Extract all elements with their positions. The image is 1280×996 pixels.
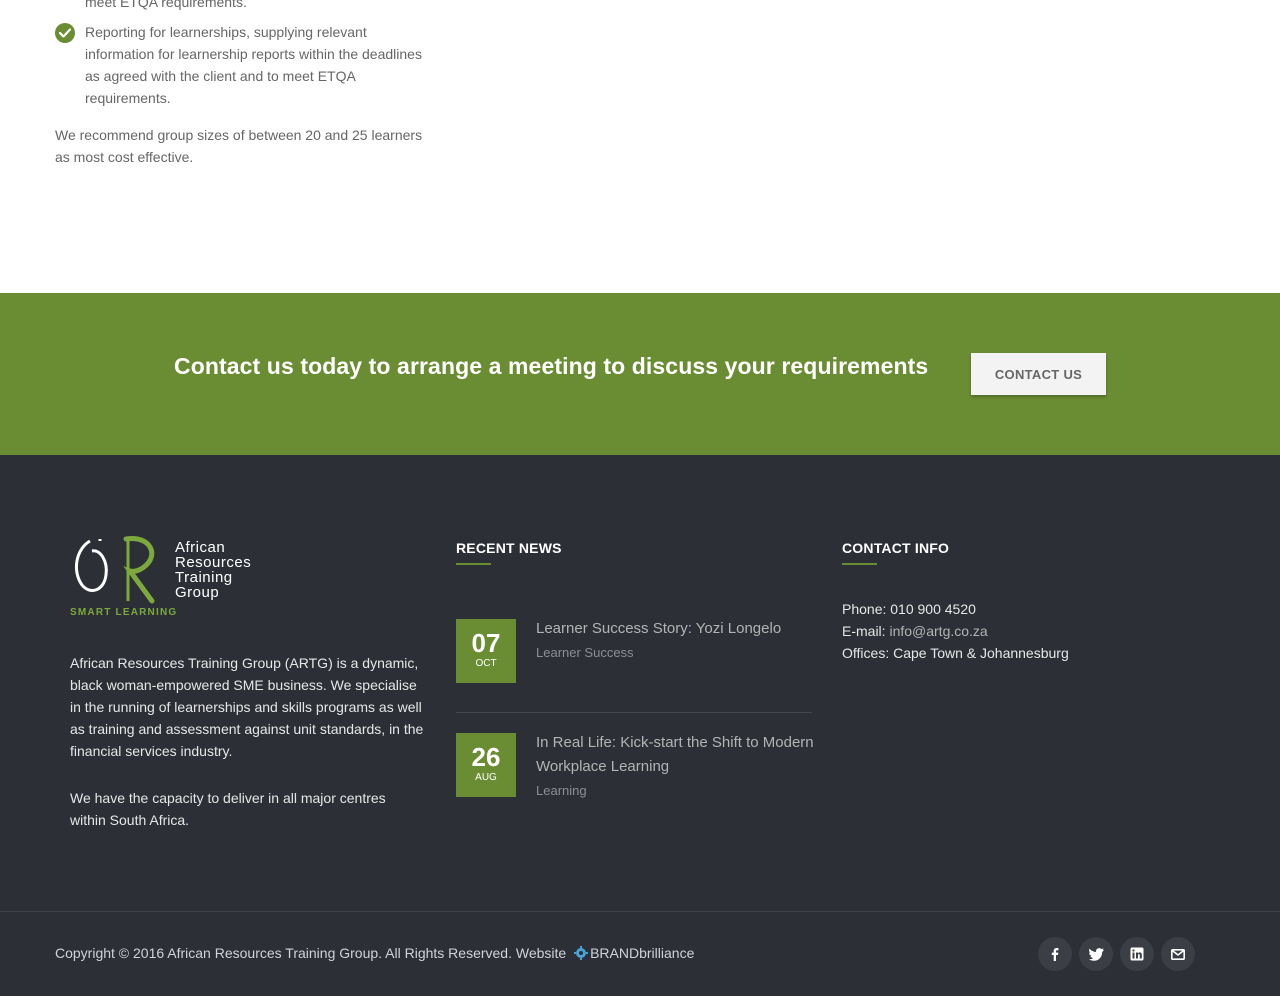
about-text-coverage: We have the capacity to deliver in all m… [70,790,386,828]
brand-gear-icon [574,946,589,960]
main-content: meet ETQA requirements. Reporting for le… [0,0,1280,293]
cta-heading: Contact us today to arrange a meeting to… [174,353,929,379]
heading-underline [456,563,491,565]
twitter-button[interactable] [1079,937,1113,971]
about-text: African Resources Training Group (ARTG) … [70,655,424,759]
email-icon [1171,948,1185,960]
contact-email-row: E-mail: info@artg.co.za [842,623,988,639]
linkedin-icon [1130,947,1144,961]
news-divider [456,712,812,713]
contact-offices: Offices: Cape Town & Johannesburg [842,645,1069,661]
linkedin-button[interactable] [1120,937,1154,971]
contact-phone: Phone: 010 900 4520 [842,601,976,617]
logo-mark-icon [74,536,155,604]
logo-wordmark: African Resources Training Group [175,539,252,601]
news-category-link[interactable]: Learner Success [536,645,634,660]
cta-banner: Contact us today to arrange a meeting to… [0,293,1280,455]
brand-link[interactable]: BRANDbrilliance [590,945,694,961]
checklist-item-text: Reporting for learnerships, supplying re… [85,24,422,106]
email-link[interactable]: info@artg.co.za [889,623,987,639]
checkmark-circle-icon [55,23,75,43]
recent-news-heading: RECENT NEWS [456,540,562,556]
facebook-icon [1051,948,1059,961]
contact-info: Phone: 010 900 4520 E-mail: info@artg.co… [842,598,1069,664]
news-title-link[interactable]: In Real Life: Kick-start the Shift to Mo… [536,731,816,779]
news-date-badge: 07 OCT [456,619,516,683]
email-button[interactable] [1161,937,1195,971]
bottom-bar: Copyright © 2016 African Resources Train… [0,911,1280,996]
twitter-icon [1088,947,1104,961]
copyright-text: Copyright © 2016 African Resources Train… [55,945,695,961]
heading-underline [842,563,877,565]
logo-tagline: SMART LEARNING [70,607,178,618]
facebook-button[interactable] [1038,937,1072,971]
recommendation-text: We recommend group sizes of between 20 a… [55,127,423,165]
news-title-link[interactable]: Learner Success Story: Yozi Longelo [536,617,816,641]
list-item-text: meet ETQA requirements. [85,0,247,10]
news-category-link[interactable]: Learning [536,783,587,798]
news-date-badge: 26 AUG [456,733,516,797]
contact-us-button[interactable]: CONTACT US [971,353,1106,395]
footer: African Resources Training Group SMART L… [0,455,1280,911]
artg-logo[interactable]: African Resources Training Group SMART L… [70,535,270,620]
contact-info-heading: CONTACT INFO [842,540,950,556]
